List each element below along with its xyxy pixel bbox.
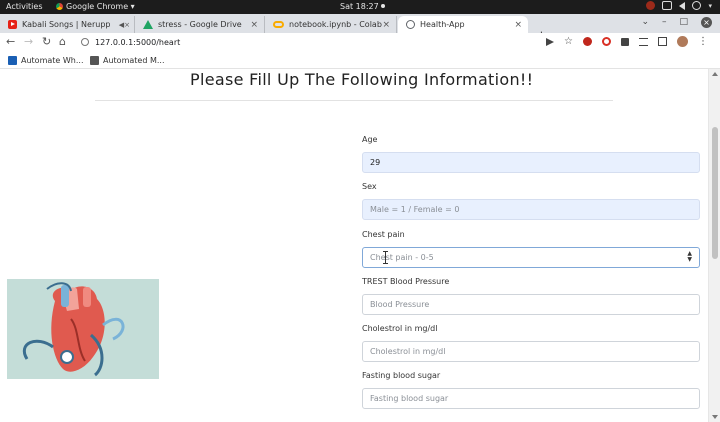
fasting-blood-sugar-label: Fasting blood sugar: [362, 371, 441, 380]
os-top-bar: Activities Google Chrome ▾ Sat 18:27 ▾: [0, 0, 720, 14]
tab-kabali-songs[interactable]: Kabali Songs | Nerupp ◀×: [0, 16, 135, 33]
fasting-blood-sugar-field: Fasting blood sugar Fasting blood sugar: [362, 371, 700, 409]
tab-title: notebook.ipynb - Colabo: [289, 20, 383, 29]
blood-pressure-label: TREST Blood Pressure: [362, 277, 450, 286]
chrome-icon: [56, 3, 63, 10]
notification-dot-icon: [380, 4, 385, 8]
tab-title: stress - Google Drive: [158, 20, 242, 29]
blood-pressure-field: TREST Blood Pressure Blood Pressure: [362, 277, 700, 315]
cholestrol-label: Cholestrol in mg/dl: [362, 324, 438, 333]
apps-icon: [8, 56, 17, 65]
sex-input[interactable]: Male = 1 / Female = 0: [362, 199, 700, 220]
maximize-icon[interactable]: □: [679, 17, 688, 28]
power-icon: [692, 1, 702, 10]
close-tab-icon[interactable]: ×: [514, 20, 522, 30]
activities-button[interactable]: Activities: [6, 2, 43, 11]
back-icon[interactable]: ←: [6, 35, 15, 48]
app-menu[interactable]: Google Chrome ▾: [56, 2, 135, 11]
side-panel-icon[interactable]: [658, 37, 667, 46]
scrollbar-thumb[interactable]: [712, 127, 718, 259]
colab-icon: [273, 21, 284, 28]
close-tab-icon[interactable]: ×: [382, 20, 390, 30]
tab-notebook-colab[interactable]: notebook.ipynb - Colabo ×: [265, 16, 397, 33]
sex-label: Sex: [362, 182, 377, 191]
bookmark-label: Automate Wh...: [21, 56, 84, 65]
app-menu-label: Google Chrome: [66, 2, 129, 11]
media-playing-icon[interactable]: ◀×: [119, 21, 130, 29]
send-icon[interactable]: [546, 37, 555, 46]
chest-pain-select[interactable]: Chest pain - 0-5 ▲ ▼: [362, 247, 700, 268]
tab-search-icon[interactable]: ⌄: [641, 17, 649, 28]
age-label: Age: [362, 135, 378, 144]
tab-title: Kabali Songs | Nerupp: [22, 20, 111, 29]
bookmarks-bar: Automate Wh... Automated M...: [0, 53, 720, 69]
page-viewport: Please Fill Up The Following Information…: [0, 69, 708, 422]
recording-icon[interactable]: [646, 1, 656, 10]
more-menu-icon[interactable]: ⋮: [698, 36, 708, 47]
clock[interactable]: Sat 18:27: [340, 2, 385, 11]
drive-icon: [143, 20, 153, 29]
extensions-puzzle-icon[interactable]: [621, 37, 629, 46]
sex-field: Sex Male = 1 / Female = 0: [362, 182, 700, 220]
close-window-icon[interactable]: ×: [701, 17, 712, 28]
window-controls: ⌄ – □ ×: [641, 17, 712, 28]
cholestrol-field: Cholestrol in mg/dl Cholestrol in mg/dl: [362, 324, 700, 362]
site-info-icon[interactable]: [81, 38, 89, 46]
blood-pressure-input[interactable]: Blood Pressure: [362, 294, 700, 315]
page-scrollbar[interactable]: [708, 69, 720, 422]
cholestrol-input[interactable]: Cholestrol in mg/dl: [362, 341, 700, 362]
minimize-icon[interactable]: –: [662, 17, 667, 28]
reload-icon[interactable]: ↻: [42, 35, 51, 48]
fasting-blood-sugar-input[interactable]: Fasting blood sugar: [362, 388, 700, 409]
age-field: Age 29: [362, 135, 700, 173]
globe-icon: [406, 20, 415, 29]
stepper-arrows-icon[interactable]: ▲ ▼: [687, 251, 692, 263]
url-text: 127.0.0.1:5000/heart: [95, 38, 181, 47]
title-divider: [95, 100, 613, 101]
chevron-down-icon: ▾: [708, 1, 712, 10]
system-tray[interactable]: ▾: [646, 1, 712, 10]
document-icon: [90, 56, 99, 65]
home-icon[interactable]: ⌂: [59, 35, 66, 48]
scroll-down-icon[interactable]: [712, 415, 718, 419]
tab-health-app[interactable]: Health-App ×: [398, 16, 528, 33]
bookmark-automated-m[interactable]: Automated M...: [90, 56, 164, 65]
chest-pain-label: Chest pain: [362, 230, 405, 239]
extension-record-icon[interactable]: [602, 37, 611, 46]
network-icon: [662, 1, 673, 10]
page-title: Please Fill Up The Following Information…: [190, 70, 534, 89]
forward-icon[interactable]: →: [24, 35, 33, 48]
bookmark-automate-wh[interactable]: Automate Wh...: [8, 56, 83, 65]
browser-toolbar: ← → ↻ ⌂ 127.0.0.1:5000/heart ☆ ⋮: [0, 33, 720, 53]
close-tab-icon[interactable]: ×: [250, 20, 258, 30]
tab-strip: Kabali Songs | Nerupp ◀× stress - Google…: [0, 14, 720, 44]
youtube-icon: [8, 20, 17, 29]
heart-illustration: [7, 279, 159, 379]
bookmark-star-icon[interactable]: ☆: [564, 36, 573, 47]
chest-pain-placeholder: Chest pain - 0-5: [370, 253, 434, 262]
tab-stress-drive[interactable]: stress - Google Drive ×: [135, 16, 265, 33]
chest-pain-field: Chest pain Chest pain - 0-5 ▲ ▼: [362, 230, 700, 268]
bookmark-label: Automated M...: [103, 56, 165, 65]
age-input[interactable]: 29: [362, 152, 700, 173]
text-cursor-icon: [383, 251, 388, 264]
clock-text: Sat 18:27: [340, 2, 379, 11]
profile-avatar[interactable]: [677, 36, 688, 47]
scroll-up-icon[interactable]: [712, 72, 718, 76]
tab-title: Health-App: [420, 20, 465, 29]
toolbar-icons: ☆ ⋮: [546, 36, 708, 47]
reading-list-icon[interactable]: [639, 37, 648, 46]
heart-with-stethoscope-icon: [23, 282, 125, 377]
volume-icon: [679, 1, 686, 10]
opera-extension-icon[interactable]: [583, 37, 592, 46]
